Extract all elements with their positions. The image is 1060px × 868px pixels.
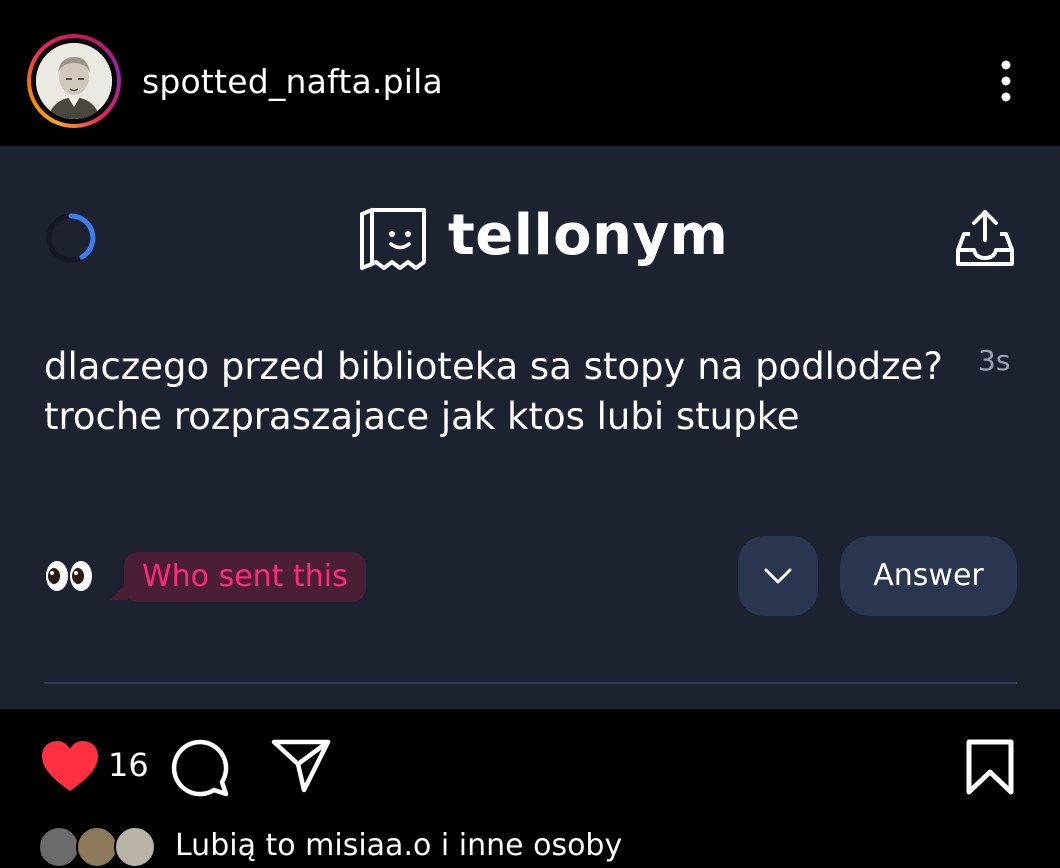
avatar-image [36, 43, 112, 119]
answer-button[interactable]: Answer [840, 536, 1017, 616]
loading-spinner-icon [44, 211, 98, 265]
card-divider [44, 682, 1017, 684]
timestamp: 3s [978, 344, 1011, 377]
eyes-emoji [44, 556, 94, 605]
who-sent-this-button[interactable]: Who sent this [124, 552, 366, 602]
comment-icon[interactable] [170, 738, 232, 800]
liked-by-text[interactable]: Lubią to misiaa.o i inne osoby [175, 828, 622, 863]
chevron-down-icon [764, 568, 792, 584]
username[interactable]: spotted_nafta.pila [142, 62, 443, 101]
send-icon[interactable] [270, 738, 332, 794]
post-header: spotted_nafta.pila [0, 0, 1060, 146]
bookmark-icon[interactable] [964, 738, 1016, 796]
like-count[interactable]: 16 [108, 746, 149, 784]
avatar [38, 826, 80, 868]
avatar [76, 826, 118, 868]
avatar[interactable] [27, 34, 121, 128]
dropdown-button[interactable] [738, 536, 818, 616]
heart-icon[interactable] [40, 739, 100, 795]
more-vertical-icon[interactable] [988, 58, 1024, 104]
share-inbox-icon[interactable] [954, 208, 1016, 270]
question-text: dlaczego przed biblioteka sa stopy na po… [44, 345, 943, 438]
liker-avatars[interactable] [38, 826, 158, 868]
avatar [114, 826, 156, 868]
tellonym-logo-icon [358, 204, 430, 274]
brand-name: tellonym [448, 203, 729, 268]
